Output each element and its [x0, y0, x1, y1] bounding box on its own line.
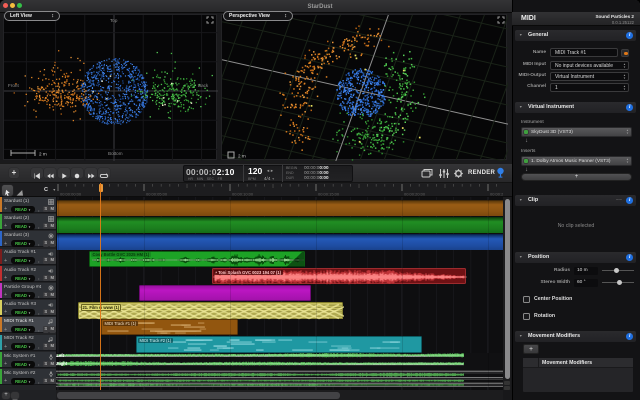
- svg-text:00:00:10:00: 00:00:10:00: [232, 192, 254, 197]
- svg-text:00:00:00:00: 00:00:00:00: [60, 192, 82, 197]
- svg-text:2 m: 2 m: [238, 154, 246, 159]
- svg-text:00:00:20:00: 00:00:20:00: [404, 192, 426, 197]
- svg-text:2 m: 2 m: [39, 152, 47, 157]
- svg-text:00:00:05:00: 00:00:05:00: [146, 192, 168, 197]
- svg-text:00:00:15:00: 00:00:15:00: [318, 192, 340, 197]
- svg-text:00:00:25:00: 00:00:25:00: [490, 192, 503, 197]
